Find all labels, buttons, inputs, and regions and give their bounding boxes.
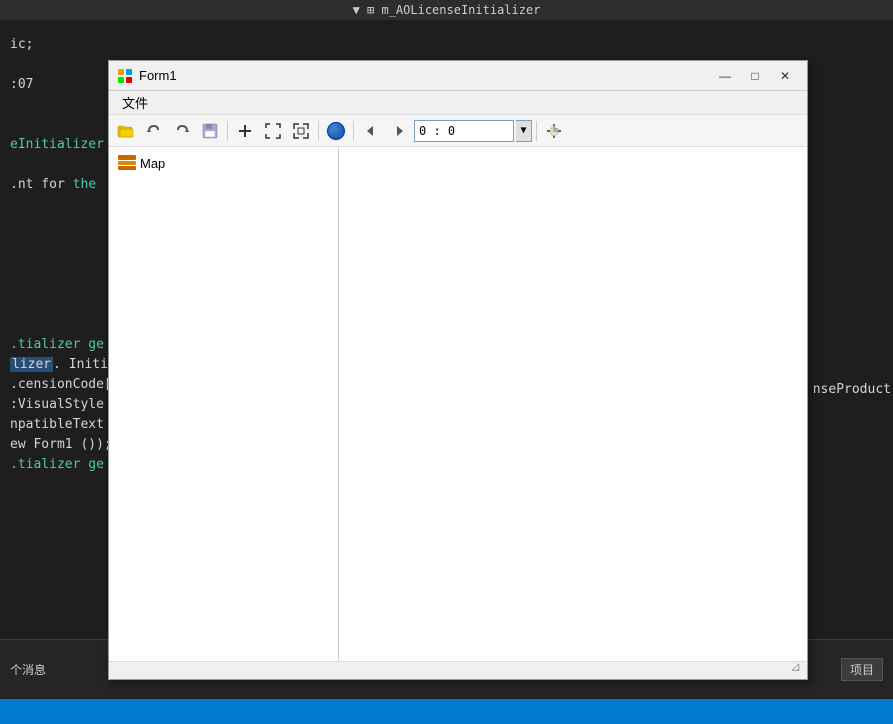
form-content-area: Map [109, 147, 807, 661]
toolbar-undo-button[interactable] [141, 119, 167, 143]
ide-title-text: ▼ ⊞ m_AOLicenseInitializer [353, 0, 541, 20]
toolbar-redo-button[interactable] [169, 119, 195, 143]
status-bar [0, 699, 893, 724]
toolbar-pan-button[interactable] [541, 119, 567, 143]
layer-tree-panel: Map [109, 147, 339, 661]
bottom-panel-message: 个消息 [10, 661, 46, 678]
project-tab[interactable]: 项目 [841, 658, 883, 681]
toolbar-back-button[interactable] [358, 119, 384, 143]
form-title-label: Form1 [139, 68, 711, 83]
toolbar-open-button[interactable] [113, 119, 139, 143]
toolbar-save-button[interactable] [197, 119, 223, 143]
toolbar-zoom-in-button[interactable] [288, 119, 314, 143]
ide-titlebar: ▼ ⊞ m_AOLicenseInitializer [0, 0, 893, 20]
resize-grip-icon: ⊿ [790, 660, 801, 675]
globe-icon [327, 122, 345, 140]
toolbar-globe-button[interactable] [323, 119, 349, 143]
toolbar-separator-4 [536, 121, 537, 141]
right-code-text: nseProduct [813, 380, 893, 400]
tree-item-map[interactable]: Map [114, 152, 333, 174]
form-window-icon [117, 68, 133, 84]
map-layer-icon [118, 154, 136, 172]
toolbar-forward-button[interactable] [386, 119, 412, 143]
close-button[interactable]: ✕ [771, 66, 799, 86]
menu-item-file[interactable]: 文件 [114, 91, 156, 114]
form-titlebar[interactable]: Form1 — □ ✕ [109, 61, 807, 91]
form-scrollbar[interactable]: ⊿ [109, 661, 807, 677]
minimize-button[interactable]: — [711, 66, 739, 86]
code-line: ic; [0, 35, 893, 55]
coordinate-dropdown-button[interactable]: ▼ [516, 120, 532, 142]
maximize-button[interactable]: □ [741, 66, 769, 86]
toolbar-add-button[interactable] [232, 119, 258, 143]
tree-item-map-label: Map [140, 156, 165, 171]
form-toolbar: ▼ [109, 115, 807, 147]
form-menubar: 文件 [109, 91, 807, 115]
form1-window: Form1 — □ ✕ 文件 [108, 60, 808, 680]
toolbar-full-extent-button[interactable] [260, 119, 286, 143]
toolbar-separator-3 [353, 121, 354, 141]
coordinate-input[interactable] [414, 120, 514, 142]
toolbar-separator-2 [318, 121, 319, 141]
toolbar-separator-1 [227, 121, 228, 141]
map-canvas-panel[interactable] [339, 147, 807, 661]
form-window-controls: — □ ✕ [711, 66, 799, 86]
